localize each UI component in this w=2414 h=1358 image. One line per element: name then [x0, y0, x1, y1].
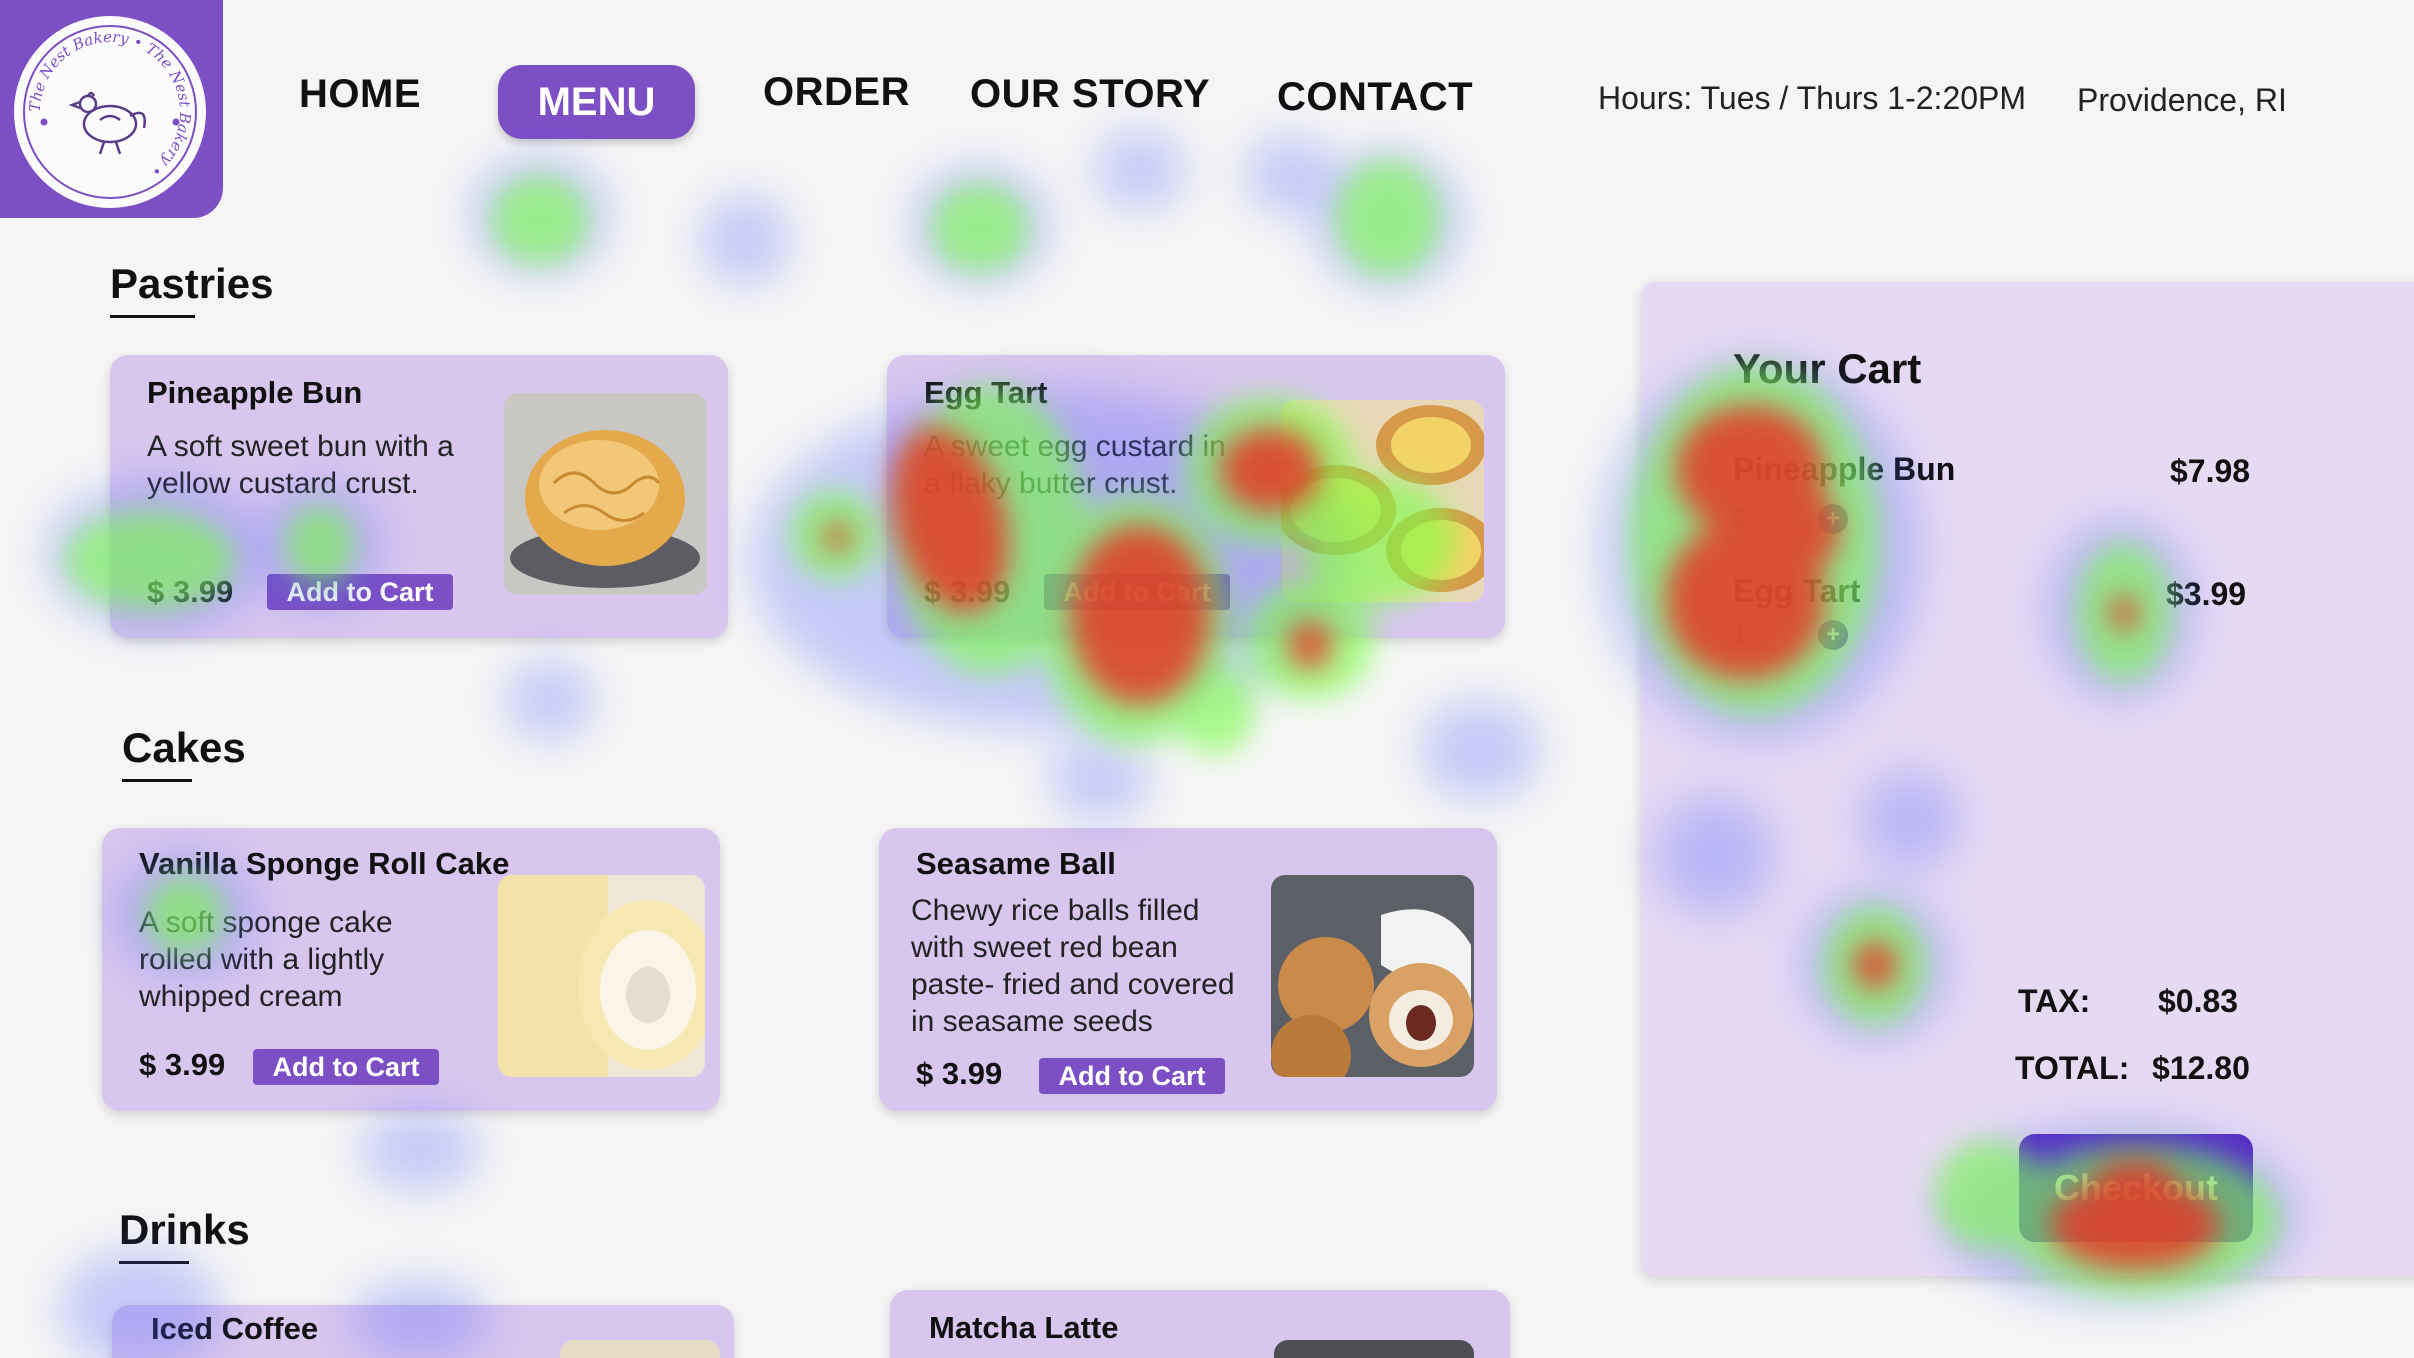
card-desc-line: in seasame seeds [911, 1005, 1153, 1038]
tax-value: $0.83 [2158, 983, 2239, 1019]
menu-card-pineapple-bun: Pineapple Bun A soft sweet bun with a ye… [110, 355, 728, 638]
section-label: Cakes [122, 724, 246, 771]
matcha-latte-image [1274, 1340, 1474, 1358]
card-desc-line: A sweet egg custard in [924, 430, 1226, 463]
increase-qty-button[interactable]: + [1818, 504, 1848, 534]
add-to-cart-button[interactable]: Add to Cart [253, 1049, 439, 1085]
nav-menu[interactable]: MENU [498, 65, 695, 139]
increase-qty-button[interactable]: + [1818, 620, 1848, 650]
card-desc-line: whipped cream [139, 980, 343, 1013]
bakery-logo[interactable]: The Nest Bakery • The Nest Bakery • [14, 16, 206, 208]
section-underline [119, 1261, 189, 1264]
menu-card-seasame-ball: Seasame Ball Chewy rice balls filled wit… [879, 828, 1497, 1111]
nav-our-story[interactable]: OUR STORY [970, 72, 1210, 117]
card-desc-line: A soft sponge cake [139, 906, 393, 939]
nav-home[interactable]: HOME [299, 72, 421, 117]
card-price: $ 3.99 [916, 1056, 1003, 1091]
card-desc-line: rolled with a lightly [139, 943, 385, 976]
sponge-roll-image [498, 875, 705, 1077]
section-title-cakes: Cakes [122, 724, 246, 782]
section-label: Drinks [119, 1206, 250, 1253]
section-title-drinks: Drinks [119, 1206, 250, 1264]
section-underline [122, 779, 192, 782]
cart-item-price: $7.98 [2170, 453, 2251, 489]
card-title: Matcha Latte [929, 1310, 1119, 1345]
card-desc-line: yellow custard crust. [147, 467, 419, 500]
menu-card-egg-tart: Egg Tart A sweet egg custard in a flaky … [887, 355, 1505, 638]
nav-order[interactable]: ORDER [763, 70, 910, 115]
checkout-button[interactable]: Checkout [2019, 1134, 2253, 1242]
add-to-cart-button[interactable]: Add to Cart [1044, 574, 1230, 610]
hours-text: Hours: Tues / Thurs 1-2:20PM [1598, 80, 2027, 116]
iced-coffee-image [560, 1340, 720, 1358]
card-title: Pineapple Bun [147, 375, 363, 410]
card-price: $ 3.99 [139, 1047, 226, 1082]
cart-item-name: Egg Tart [1733, 573, 1861, 609]
nav-contact[interactable]: CONTACT [1277, 75, 1473, 120]
total-label: TOTAL: [2015, 1050, 2130, 1086]
card-price: $ 3.99 [924, 574, 1011, 609]
pineapple-bun-image [504, 393, 707, 595]
logo-panel[interactable]: The Nest Bakery • The Nest Bakery • [0, 0, 223, 218]
cart-item-qty: 2 [1733, 503, 1748, 533]
hen-icon: The Nest Bakery • The Nest Bakery • [23, 25, 197, 199]
add-to-cart-button[interactable]: Add to Cart [1039, 1058, 1225, 1094]
card-desc-line: paste- fried and covered [911, 968, 1235, 1001]
cart-item-qty: 1 [1733, 620, 1748, 650]
card-title: Vanilla Sponge Roll Cake [139, 846, 510, 881]
cart-item-price: $3.99 [2166, 576, 2247, 612]
add-to-cart-button[interactable]: Add to Cart [267, 574, 453, 610]
section-title-pastries: Pastries [110, 260, 274, 318]
menu-card-matcha-latte: Matcha Latte [890, 1290, 1510, 1358]
card-desc-line: a flaky butter crust. [924, 467, 1178, 500]
section-underline [110, 315, 195, 318]
card-desc-line: with sweet red bean [911, 931, 1178, 964]
card-desc-line: A soft sweet bun with a [147, 430, 454, 463]
section-label: Pastries [110, 260, 274, 307]
tax-label: TAX: [2018, 983, 2091, 1019]
seasame-ball-image [1271, 875, 1474, 1077]
cart-panel [1641, 282, 2414, 1276]
card-price: $ 3.99 [147, 574, 234, 609]
card-title: Iced Coffee [151, 1311, 319, 1346]
menu-card-vanilla-sponge-roll: Vanilla Sponge Roll Cake A soft sponge c… [102, 828, 720, 1111]
location-text: Providence, RI [2077, 82, 2287, 118]
cart-title: Your Cart [1733, 345, 1922, 392]
card-desc-line: Chewy rice balls filled [911, 894, 1200, 927]
card-title: Egg Tart [924, 375, 1048, 410]
egg-tart-image [1281, 400, 1484, 602]
cart-item-name: Pineapple Bun [1733, 451, 1956, 487]
card-title: Seasame Ball [916, 846, 1116, 881]
total-value: $12.80 [2152, 1050, 2250, 1086]
menu-card-iced-coffee: Iced Coffee [112, 1305, 734, 1358]
